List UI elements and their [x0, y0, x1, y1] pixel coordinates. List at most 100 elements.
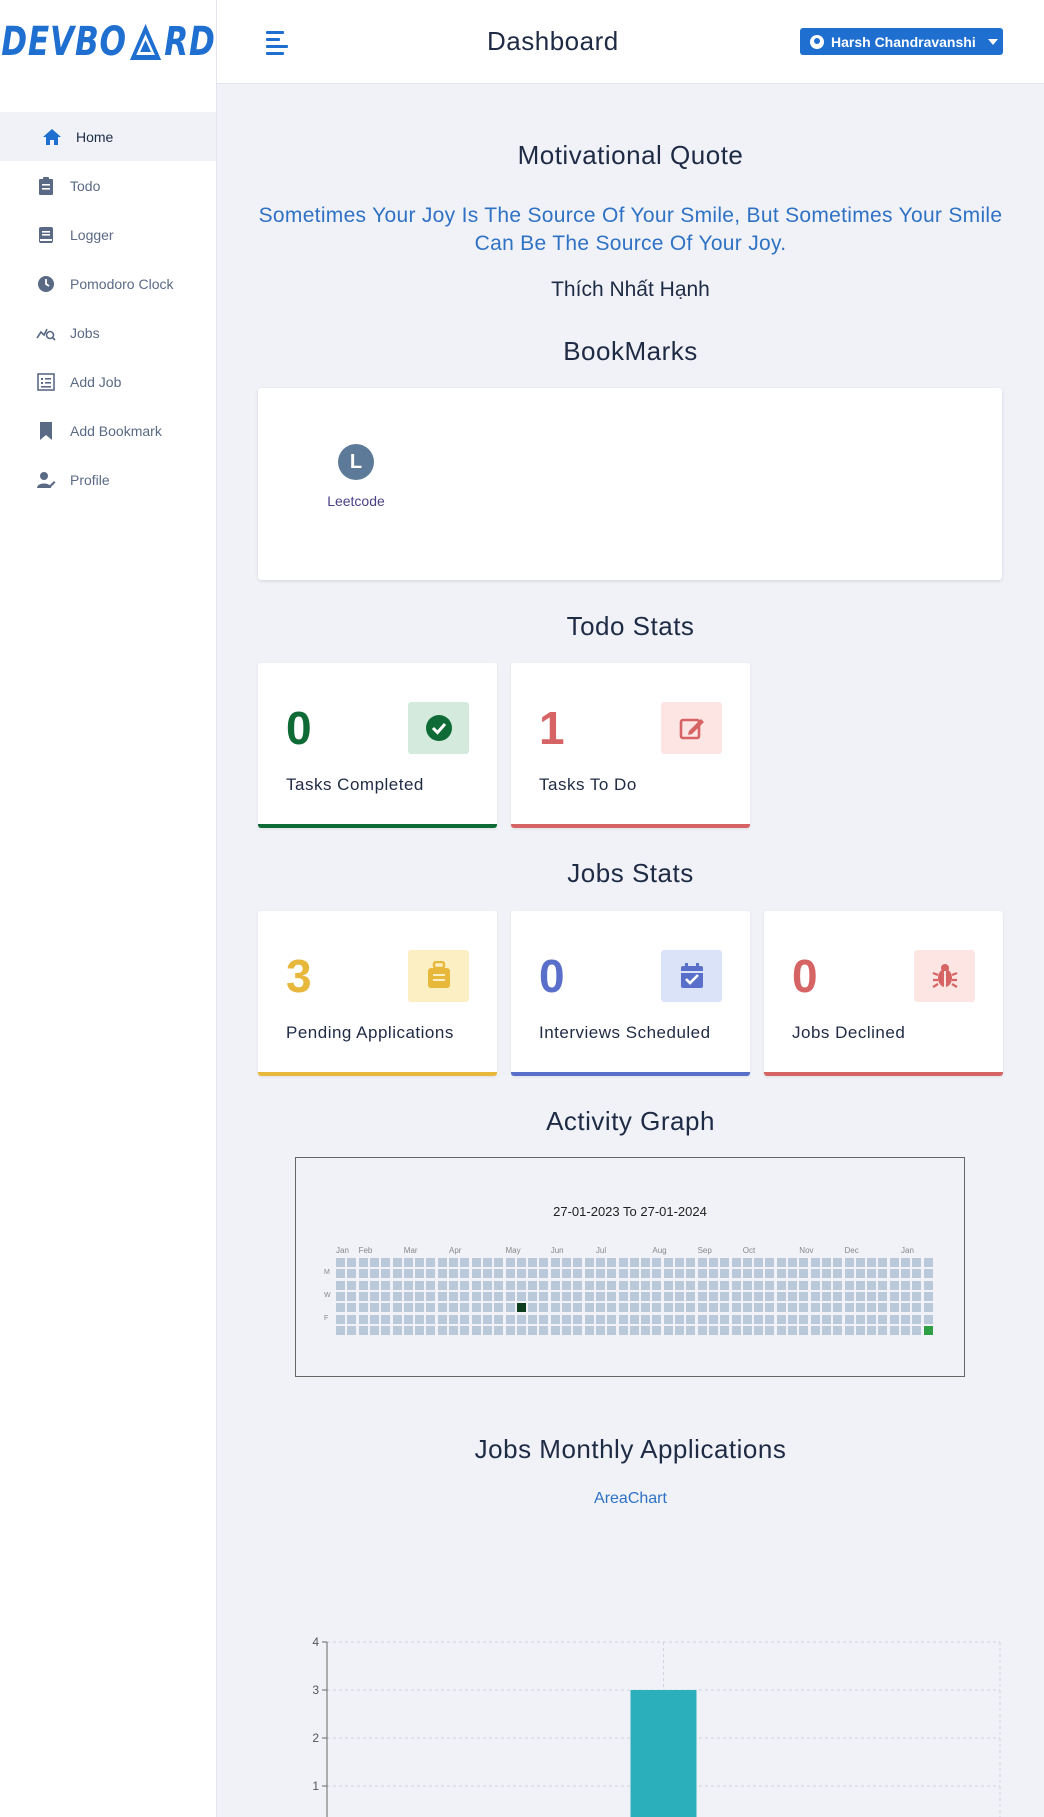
heatmap-cell[interactable] [923, 1303, 933, 1313]
heatmap-cell[interactable] [742, 1314, 752, 1324]
heatmap-cell[interactable] [618, 1325, 628, 1335]
heatmap-cell[interactable] [889, 1258, 899, 1267]
heatmap-cell[interactable] [629, 1314, 639, 1324]
heatmap-cell[interactable] [641, 1291, 651, 1301]
heatmap-cell[interactable] [403, 1269, 413, 1279]
heatmap-cell[interactable] [901, 1325, 910, 1335]
heatmap-cell[interactable] [482, 1325, 492, 1335]
heatmap-cell[interactable] [844, 1291, 854, 1301]
heatmap-cell[interactable] [867, 1269, 877, 1279]
heatmap-cell[interactable] [573, 1303, 583, 1313]
heatmap-cell[interactable] [663, 1280, 673, 1290]
heatmap-cell[interactable] [358, 1258, 368, 1267]
heatmap-cell[interactable] [505, 1280, 515, 1290]
heatmap-cell[interactable] [923, 1280, 933, 1290]
heatmap-cell[interactable] [855, 1291, 865, 1301]
sidebar-item-add-bookmark[interactable]: Add Bookmark [0, 406, 216, 455]
heatmap-cell[interactable] [505, 1258, 515, 1267]
heatmap-cell[interactable] [923, 1258, 933, 1267]
heatmap-cell[interactable] [449, 1291, 458, 1301]
heatmap-cell[interactable] [403, 1291, 413, 1301]
heatmap-cell[interactable] [708, 1325, 718, 1335]
heatmap-cell[interactable] [867, 1280, 877, 1290]
heatmap-cell[interactable] [776, 1258, 786, 1267]
heatmap-cell[interactable] [912, 1314, 922, 1324]
heatmap-cell[interactable] [460, 1269, 470, 1279]
heatmap-cell[interactable] [449, 1280, 458, 1290]
heatmap-cell[interactable] [392, 1303, 402, 1313]
heatmap-cell[interactable] [415, 1258, 425, 1267]
heatmap-cell[interactable] [595, 1314, 605, 1324]
heatmap-cell[interactable] [855, 1258, 865, 1267]
heatmap-cell[interactable] [415, 1280, 425, 1290]
heatmap-cell[interactable] [460, 1314, 470, 1324]
heatmap-cell[interactable] [754, 1291, 764, 1301]
heatmap-cell[interactable] [381, 1303, 391, 1313]
heatmap-cell[interactable] [595, 1258, 605, 1267]
heatmap-cell[interactable] [550, 1258, 560, 1267]
heatmap-cell[interactable] [788, 1258, 797, 1267]
heatmap-cell[interactable] [810, 1314, 820, 1324]
heatmap-cell[interactable] [844, 1314, 854, 1324]
heatmap-cell[interactable] [471, 1258, 481, 1267]
heatmap-cell[interactable] [788, 1280, 797, 1290]
heatmap-cell[interactable] [731, 1314, 741, 1324]
heatmap-cell[interactable] [855, 1269, 865, 1279]
heatmap-cell[interactable] [415, 1303, 425, 1313]
heatmap-cell[interactable] [663, 1314, 673, 1324]
heatmap-cell[interactable] [562, 1258, 571, 1267]
heatmap-cell[interactable] [482, 1269, 492, 1279]
heatmap-cell[interactable] [844, 1303, 854, 1313]
heatmap-cell[interactable] [369, 1258, 379, 1267]
heatmap-cell[interactable] [889, 1303, 899, 1313]
heatmap-cell[interactable] [347, 1280, 357, 1290]
heatmap-cell[interactable] [550, 1280, 560, 1290]
heatmap-cell[interactable] [788, 1291, 797, 1301]
heatmap-cell[interactable] [697, 1291, 707, 1301]
heatmap-cell[interactable] [663, 1325, 673, 1335]
heatmap-cell[interactable] [629, 1280, 639, 1290]
heatmap-cell[interactable] [403, 1325, 413, 1335]
heatmap-cell[interactable] [460, 1291, 470, 1301]
sidebar-item-add-job[interactable]: Add Job [0, 357, 216, 406]
heatmap-cell[interactable] [607, 1314, 617, 1324]
heatmap-cell[interactable] [358, 1314, 368, 1324]
heatmap-cell[interactable] [539, 1291, 549, 1301]
heatmap-cell[interactable] [528, 1280, 538, 1290]
heatmap-cell[interactable] [618, 1258, 628, 1267]
heatmap-cell[interactable] [912, 1291, 922, 1301]
heatmap-cell[interactable] [437, 1280, 447, 1290]
heatmap-cell[interactable] [358, 1325, 368, 1335]
heatmap-cell[interactable] [855, 1314, 865, 1324]
heatmap-cell[interactable] [494, 1291, 504, 1301]
heatmap-cell[interactable] [889, 1269, 899, 1279]
heatmap-cell[interactable] [867, 1291, 877, 1301]
heatmap-cell[interactable] [810, 1280, 820, 1290]
heatmap-cell[interactable] [381, 1258, 391, 1267]
heatmap-cell[interactable] [403, 1314, 413, 1324]
heatmap-cell[interactable] [641, 1258, 651, 1267]
heatmap-cell[interactable] [720, 1269, 730, 1279]
heatmap-cell[interactable] [539, 1325, 549, 1335]
heatmap-cell[interactable] [369, 1325, 379, 1335]
heatmap-cell[interactable] [539, 1280, 549, 1290]
heatmap-cell[interactable] [471, 1303, 481, 1313]
heatmap-cell[interactable] [912, 1258, 922, 1267]
heatmap-cell[interactable] [833, 1303, 843, 1313]
heatmap-cell[interactable] [776, 1325, 786, 1335]
heatmap-cell[interactable] [607, 1258, 617, 1267]
heatmap-cell[interactable] [449, 1325, 458, 1335]
heatmap-cell[interactable] [844, 1258, 854, 1267]
heatmap-cell[interactable] [731, 1303, 741, 1313]
heatmap-cell[interactable] [901, 1280, 910, 1290]
heatmap-cell[interactable] [516, 1258, 526, 1267]
heatmap-cell[interactable] [482, 1258, 492, 1267]
heatmap-cell[interactable] [776, 1291, 786, 1301]
heatmap-cell[interactable] [392, 1291, 402, 1301]
heatmap-cell[interactable] [482, 1303, 492, 1313]
heatmap-cell[interactable] [358, 1280, 368, 1290]
heatmap-cell[interactable] [923, 1314, 933, 1324]
heatmap-cell[interactable] [539, 1269, 549, 1279]
heatmap-cell[interactable] [584, 1325, 594, 1335]
heatmap-cell[interactable] [675, 1325, 684, 1335]
